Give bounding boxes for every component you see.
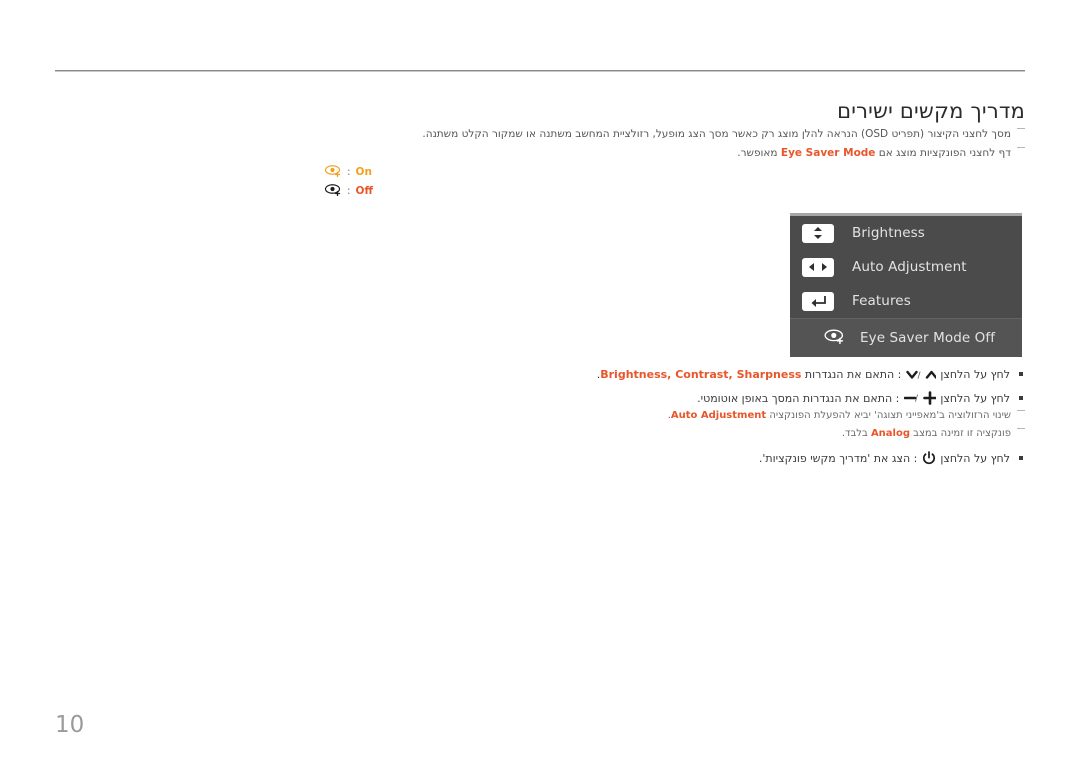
bullet-prefix: לחץ על הלחצן [936, 392, 1010, 405]
note-text: מסך לחצני הקיצור (תפריט OSD) הנראה להלן … [422, 128, 1011, 140]
osd-item-auto-adjustment[interactable]: Auto Adjustment [790, 250, 1022, 284]
osd-item-eye-saver-mode[interactable]: Eye Saver Mode Off [790, 318, 1022, 357]
updown-arrows-icon [802, 223, 834, 243]
osd-menu-panel: Brightness Auto Adjustment Features Eye … [790, 213, 1022, 357]
svg-text:/: / [915, 394, 919, 404]
note-text-prefix: פונקציה זו זמינה במצב [910, 428, 1011, 439]
bullet-dot-icon [1019, 456, 1023, 460]
enter-return-icon [802, 291, 834, 311]
bullet-middle: : התאם את הנגדרות המסך באופן אוטומטי. [697, 392, 903, 405]
eye-state-separator: : [347, 165, 351, 178]
bullet-highlight-terms: Brightness, Contrast, Sharpness [600, 368, 802, 381]
note-analog-only: פונקציה זו זמינה במצב Analog בלבד. [325, 426, 1025, 442]
eye-saver-mode-term: Eye Saver Mode [780, 147, 876, 159]
shortcut-key-list-continued: לחץ על הלחצן : הצג את 'מדריך מקשי פונקצי… [325, 448, 1025, 472]
note-resolution-change: שינוי הרזולוציה ב'מאפייני תצוגה' יביא לה… [325, 408, 1025, 424]
note-text-prefix: שינוי הרזולוציה ב'מאפייני תצוגה' יביא לה… [766, 410, 1011, 421]
bullet-prefix: לחץ על הלחצן [936, 452, 1010, 465]
list-item-brightness-contrast-sharpness: לחץ על הלחצן / : התאם את הנגדרות Brightn… [325, 364, 1025, 388]
bullet-middle: : התאם את הנגדרות [801, 368, 905, 381]
eye-saver-on-icon [324, 162, 342, 181]
osd-label-eye-saver-mode: Eye Saver Mode Off [860, 330, 996, 346]
note-eye-saver: דף לחצני הפונקציות מוצג אם Eye Saver Mod… [325, 145, 1025, 162]
updown-chevron-key-icon: / [906, 367, 938, 388]
document-page: מדריך מקשים ישירים מסך לחצני הקיצור (תפר… [0, 0, 1080, 763]
bullet-prefix: לחץ על הלחצן [936, 368, 1010, 381]
eye-state-on-label: On [355, 165, 372, 178]
note-text-prefix: דף לחצני הפונקציות מוצג אם [875, 147, 1011, 159]
header-divider [55, 70, 1025, 72]
note-dash-icon [1017, 128, 1025, 129]
osd-item-features[interactable]: Features [790, 284, 1022, 318]
bullet-middle: : הצג את 'מדריך מקשי פונקציות'. [758, 452, 921, 465]
eye-saver-off-icon [324, 181, 342, 200]
eye-state-off-row: : Off [324, 181, 1025, 200]
note-osd-visibility: מסך לחצני הקיצור (תפריט OSD) הנראה להלן … [325, 126, 1025, 143]
note-text-suffix: מאופשר. [737, 147, 781, 159]
note-dash-icon [1017, 428, 1025, 429]
note-dash-icon [1017, 410, 1025, 411]
power-key-icon [922, 451, 936, 472]
leftright-arrows-icon [802, 257, 834, 277]
osd-label-brightness: Brightness [852, 225, 925, 241]
osd-item-brightness[interactable]: Brightness [790, 216, 1022, 250]
svg-text:/: / [917, 371, 921, 381]
osd-label-auto-adjustment: Auto Adjustment [852, 259, 967, 275]
auto-adjustment-notes: שינוי הרזולוציה ב'מאפייני תצוגה' יביא לה… [325, 408, 1025, 444]
eye-state-separator: : [347, 184, 351, 197]
analog-term: Analog [870, 428, 910, 439]
eye-state-off-label: Off [355, 184, 373, 197]
page-number: 10 [55, 712, 85, 738]
note-text-suffix: בלבד. [841, 428, 871, 439]
intro-notes: מסך לחצני הקיצור (תפריט OSD) הנראה להלן … [325, 126, 1025, 164]
bullet-dot-icon [1019, 372, 1023, 376]
eye-saver-state-legend: : On : Off [324, 162, 1025, 200]
shortcut-key-list: לחץ על הלחצן / : התאם את הנגדרות Brightn… [325, 364, 1025, 412]
list-item-function-key-guide: לחץ על הלחצן : הצג את 'מדריך מקשי פונקצי… [325, 448, 1025, 472]
eye-state-on-row: : On [324, 162, 1025, 181]
page-title: מדריך מקשים ישירים [837, 99, 1025, 124]
eye-saver-icon [824, 328, 846, 348]
note-dash-icon [1017, 147, 1025, 148]
auto-adjustment-term: Auto Adjustment [670, 410, 767, 421]
bullet-dot-icon [1019, 396, 1023, 400]
osd-label-features: Features [852, 293, 911, 309]
